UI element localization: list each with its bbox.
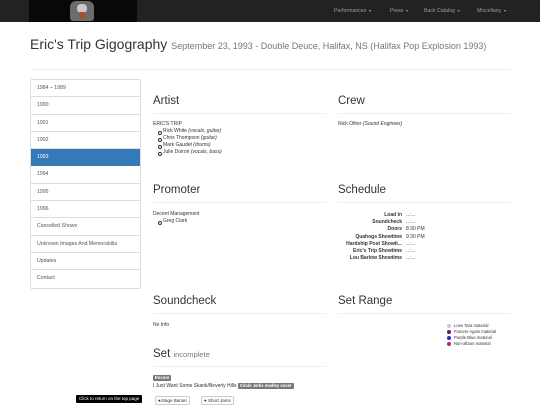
site-logo[interactable]: [29, 0, 137, 22]
sidebar-item-1995[interactable]: 1995: [31, 184, 140, 202]
sidebar-item-cancelled-shows[interactable]: Cancelled Shows: [31, 218, 140, 236]
cover-badge: Circle Jerks medley cover: [237, 383, 294, 389]
legend-dot-icon: [447, 324, 451, 329]
set-divider: [153, 366, 326, 367]
schedule-row: Hardship Post Showti......:...: [346, 240, 416, 247]
promoter-heading: Promoter: [153, 184, 201, 196]
sidebar-item-unknown-images[interactable]: Unknown Images And Memorabilia: [31, 236, 140, 253]
member-list: Rick White (vocals, guitar) Chris Thomps…: [153, 128, 222, 156]
sidebar-item-1984-1989[interactable]: 1984 – 1989: [31, 80, 140, 98]
promoter-name: Decent Management: [153, 211, 200, 217]
set-heading: Set incomplete: [153, 348, 210, 360]
legend-dot-icon: [447, 336, 451, 341]
short-jams-button[interactable]: ● Short Jams: [201, 396, 234, 405]
encore-badge: Encore: [153, 375, 172, 381]
back-to-top-tooltip: Click to return on the top page: [76, 395, 143, 403]
nav-performances[interactable]: Performances ▼: [334, 0, 372, 22]
top-navbar: Performances ▼ Press ▼ Back Catalog ▼ Misce…: [0, 0, 540, 22]
soundcheck-info: No Info: [153, 322, 170, 328]
set-status: incomplete: [173, 350, 210, 359]
caret-down-icon: ▼: [503, 9, 507, 13]
soundcheck-divider: [153, 313, 326, 314]
schedule-table: Load In...:... Soundcheck...:... Doors 8:…: [338, 212, 425, 262]
logo-figure-image: [70, 1, 94, 21]
artist-divider: [153, 113, 326, 114]
sidebar-item-1990[interactable]: 1990: [31, 97, 140, 115]
schedule-row: Eric's Trip Showtime...:...: [353, 248, 416, 255]
artist-heading: Artist: [153, 95, 180, 107]
set-song: I Just Want Some Skank/Beverly Hills Cir…: [153, 383, 294, 390]
sidebar-item-updates[interactable]: Updates: [31, 253, 140, 271]
set-range-legend: Love Tara material Forever Again materia…: [447, 323, 496, 347]
promoter-divider: [153, 202, 326, 203]
artist-name: ERIC'S TRIP: [153, 121, 182, 127]
legend-dot-icon: [447, 342, 451, 347]
caret-down-icon: ▼: [456, 9, 461, 13]
schedule-row: Lou Barlow Showtime...:...: [349, 255, 416, 262]
soundcheck-heading: Soundcheck: [153, 295, 217, 307]
sidebar-item-1991[interactable]: 1991: [31, 115, 140, 132]
nav-miscellany[interactable]: Miscellany ▼: [477, 0, 507, 22]
page-title-main: Eric's Trip Gigography: [30, 36, 168, 52]
caret-down-icon: ▼: [405, 9, 409, 13]
caret-down-icon: ▼: [368, 9, 372, 13]
year-sidebar: 1984 – 1989 1990 1991 1992 1993 1994 199…: [30, 79, 141, 289]
schedule-row: Doors 8:30 PM: [387, 226, 425, 233]
crew-heading: Crew: [338, 95, 365, 107]
page-title: Eric's Trip Gigography September 23, 199…: [30, 36, 520, 55]
sidebar-item-1992[interactable]: 1992: [31, 132, 140, 150]
schedule-heading: Schedule: [338, 184, 386, 196]
title-divider: [30, 69, 511, 70]
sidebar-item-contact[interactable]: Contact: [31, 270, 140, 287]
crew-divider: [338, 113, 511, 114]
set-range-divider: [338, 313, 511, 314]
member-item: Chris Thompson (guitar): [153, 135, 222, 142]
member-item: Mark Gaudet (drums): [153, 142, 222, 149]
schedule-divider: [338, 202, 511, 203]
schedule-row: Load In...:...: [384, 212, 416, 218]
member-item: Julie Doiron (vocals, bass): [153, 149, 222, 156]
legend-dot-icon: [447, 330, 451, 335]
schedule-row: Quahogs Showtime 9:30 PM: [355, 233, 425, 240]
legend-item: Non-album material: [447, 341, 496, 347]
schedule-row: Soundcheck...:...: [372, 219, 416, 226]
member-item: Rick White (vocals, guitar): [153, 128, 222, 135]
promoter-block: Decent Management Greg Clark: [153, 211, 199, 225]
song-title: I Just Want Some Skank/Beverly Hills: [153, 383, 237, 389]
sidebar-item-1993[interactable]: 1993: [31, 149, 140, 167]
stage-banter-button[interactable]: ●Stage Banter: [155, 396, 190, 405]
nav-back-catalog[interactable]: Back Catalog ▼: [424, 0, 460, 22]
artist-block: ERIC'S TRIP Rick White (vocals, guitar) …: [153, 121, 222, 156]
sidebar-item-1996[interactable]: 1996: [31, 201, 140, 219]
sidebar-item-1994[interactable]: 1994: [31, 166, 140, 184]
play-icon: ●: [204, 398, 207, 403]
nav-press[interactable]: Press ▼: [390, 0, 409, 22]
encore-badge-wrap: Encore: [153, 375, 172, 382]
promoter-contact: Greg Clark: [153, 218, 199, 225]
crew-member: Nick Other (Sound Engineer): [338, 121, 403, 127]
set-range-heading: Set Range: [338, 295, 393, 307]
page-title-subtitle: September 23, 1993 - Double Deuce, Halif…: [171, 41, 487, 51]
